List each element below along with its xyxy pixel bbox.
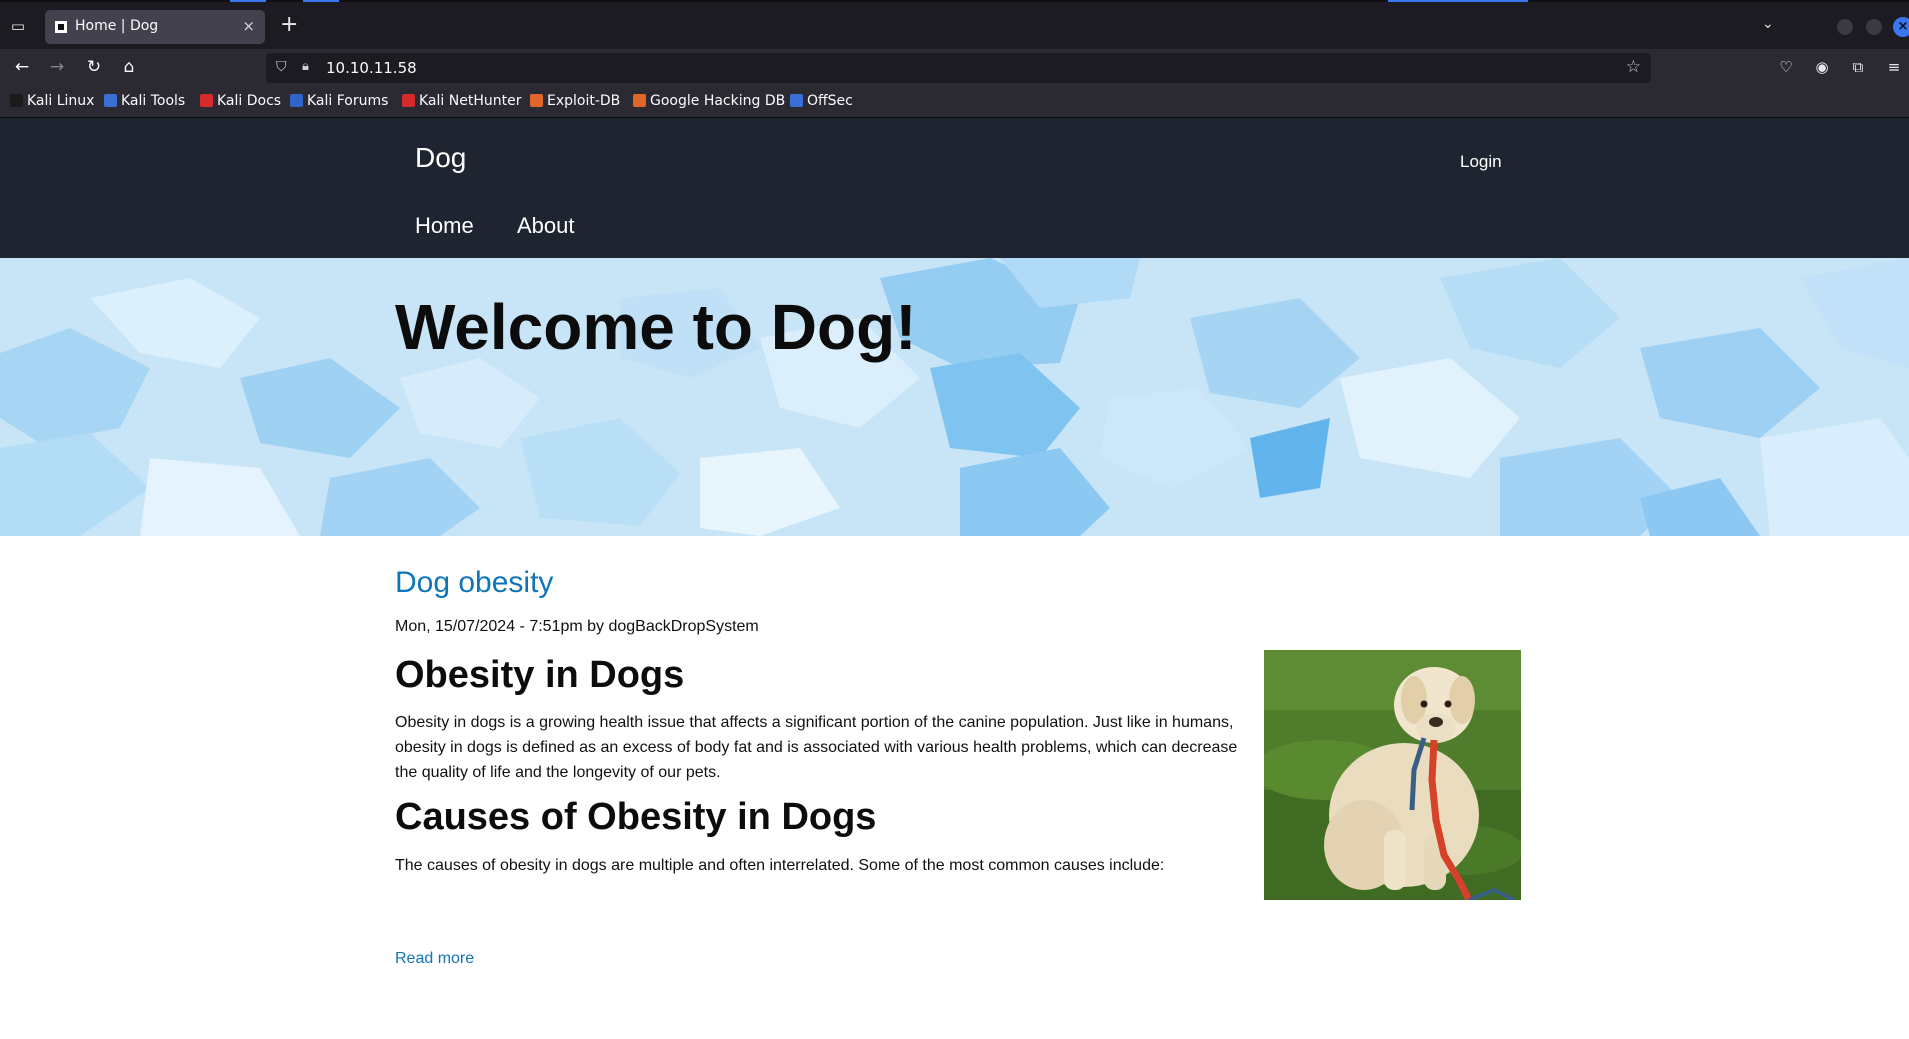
- paragraph-causes: The causes of obesity in dogs are multip…: [395, 857, 1165, 874]
- bookmark-label: Exploit-DB: [547, 93, 621, 109]
- bookmark-kali-docs[interactable]: Kali Docs: [200, 93, 281, 109]
- exploit-db-icon: [530, 94, 543, 107]
- maximize-window-button[interactable]: [1866, 19, 1882, 35]
- bookmark-google-hacking-db[interactable]: Google Hacking DB: [633, 93, 785, 109]
- bookmarks-toolbar: Kali Linux Kali Tools Kali Docs Kali For…: [0, 86, 1909, 118]
- forward-arrow-icon[interactable]: →: [45, 55, 69, 79]
- kali-linux-icon: [10, 94, 23, 107]
- kali-nethunter-icon: [402, 94, 415, 107]
- tab-accent: [1388, 0, 1528, 2]
- bookmark-exploit-db[interactable]: Exploit-DB: [530, 93, 620, 109]
- browser-navigation-bar: ← → ↻ ⌂ ⛉ 🔒︎ 10.10.11.58 ☆ ♡ ◉ ⧉ ≡: [0, 49, 1909, 86]
- menu-icon[interactable]: ≡: [1884, 57, 1904, 77]
- minimize-window-button[interactable]: [1837, 19, 1853, 35]
- new-tab-button[interactable]: +: [280, 13, 298, 37]
- kali-tools-icon: [104, 94, 117, 107]
- close-tab-icon[interactable]: ×: [242, 17, 255, 35]
- lock-icon[interactable]: 🔒︎: [302, 59, 309, 74]
- bookmark-label: Kali Tools: [121, 93, 186, 109]
- bookmark-label: Kali NetHunter: [419, 93, 522, 109]
- account-icon[interactable]: ◉: [1812, 57, 1832, 77]
- home-icon[interactable]: ⌂: [117, 55, 141, 79]
- tab-accent: [303, 0, 339, 2]
- paragraph-intro: Obesity in dogs is a growing health issu…: [395, 714, 1238, 781]
- article-meta: Mon, 15/07/2024 - 7:51pm by dogBackDropS…: [395, 618, 759, 635]
- menu-item-home[interactable]: Home: [415, 213, 474, 239]
- dog-photo-illustration: [1264, 650, 1521, 900]
- bookmark-label: OffSec: [807, 93, 853, 109]
- hero-title: Welcome to Dog!: [395, 291, 917, 363]
- bookmark-star-icon[interactable]: ☆: [1626, 57, 1641, 77]
- bookmark-kali-tools[interactable]: Kali Tools: [104, 93, 185, 109]
- bookmark-label: Kali Forums: [307, 93, 389, 109]
- bookmark-kali-forums[interactable]: Kali Forums: [290, 93, 388, 109]
- bookmark-offsec[interactable]: OffSec: [790, 93, 853, 109]
- heading-causes: Causes of Obesity in Dogs: [395, 796, 877, 838]
- bookmark-kali-nethunter[interactable]: Kali NetHunter: [402, 93, 521, 109]
- tab-accent: [230, 0, 266, 2]
- site-name-link[interactable]: Dog: [415, 142, 466, 174]
- url-text[interactable]: 10.10.11.58: [326, 59, 417, 77]
- google-hacking-db-icon: [633, 94, 646, 107]
- heading-obesity-in-dogs: Obesity in Dogs: [395, 654, 685, 696]
- close-window-button[interactable]: ×: [1893, 17, 1909, 37]
- bookmark-kali-linux[interactable]: Kali Linux: [10, 93, 94, 109]
- article-title-link[interactable]: Dog obesity: [395, 566, 553, 600]
- kali-forums-icon: [290, 94, 303, 107]
- site-favicon-icon: [55, 21, 67, 33]
- kali-docs-icon: [200, 94, 213, 107]
- hero-banner: Welcome to Dog!: [0, 258, 1909, 536]
- offsec-icon: [790, 94, 803, 107]
- tab-home-dog[interactable]: Home | Dog ×: [45, 10, 265, 44]
- extensions-icon[interactable]: ⧉: [1848, 57, 1868, 77]
- reload-icon[interactable]: ↻: [82, 55, 106, 79]
- bookmark-label: Kali Docs: [217, 93, 282, 109]
- pocket-icon[interactable]: ♡: [1776, 57, 1796, 77]
- chevron-down-icon[interactable]: ⌄: [1762, 16, 1774, 32]
- shield-icon[interactable]: ⛉: [276, 59, 287, 75]
- hero-background-pattern: [0, 258, 1909, 536]
- login-link[interactable]: Login: [1460, 152, 1502, 172]
- site-header: Dog Login Home About: [0, 118, 1909, 258]
- menu-item-about[interactable]: About: [517, 213, 575, 239]
- tab-list-icon[interactable]: ▭: [8, 16, 28, 36]
- tab-title: Home | Dog: [75, 18, 159, 34]
- browser-tab-bar: ▭ Home | Dog × + ⌄ ×: [0, 0, 1909, 49]
- bookmark-label: Google Hacking DB: [650, 93, 786, 109]
- bookmark-label: Kali Linux: [27, 93, 95, 109]
- address-bar[interactable]: ⛉ 🔒︎ 10.10.11.58 ☆: [266, 53, 1651, 83]
- read-more-link[interactable]: Read more: [395, 950, 474, 968]
- dog-photo: [1264, 650, 1521, 900]
- back-arrow-icon[interactable]: ←: [10, 55, 34, 79]
